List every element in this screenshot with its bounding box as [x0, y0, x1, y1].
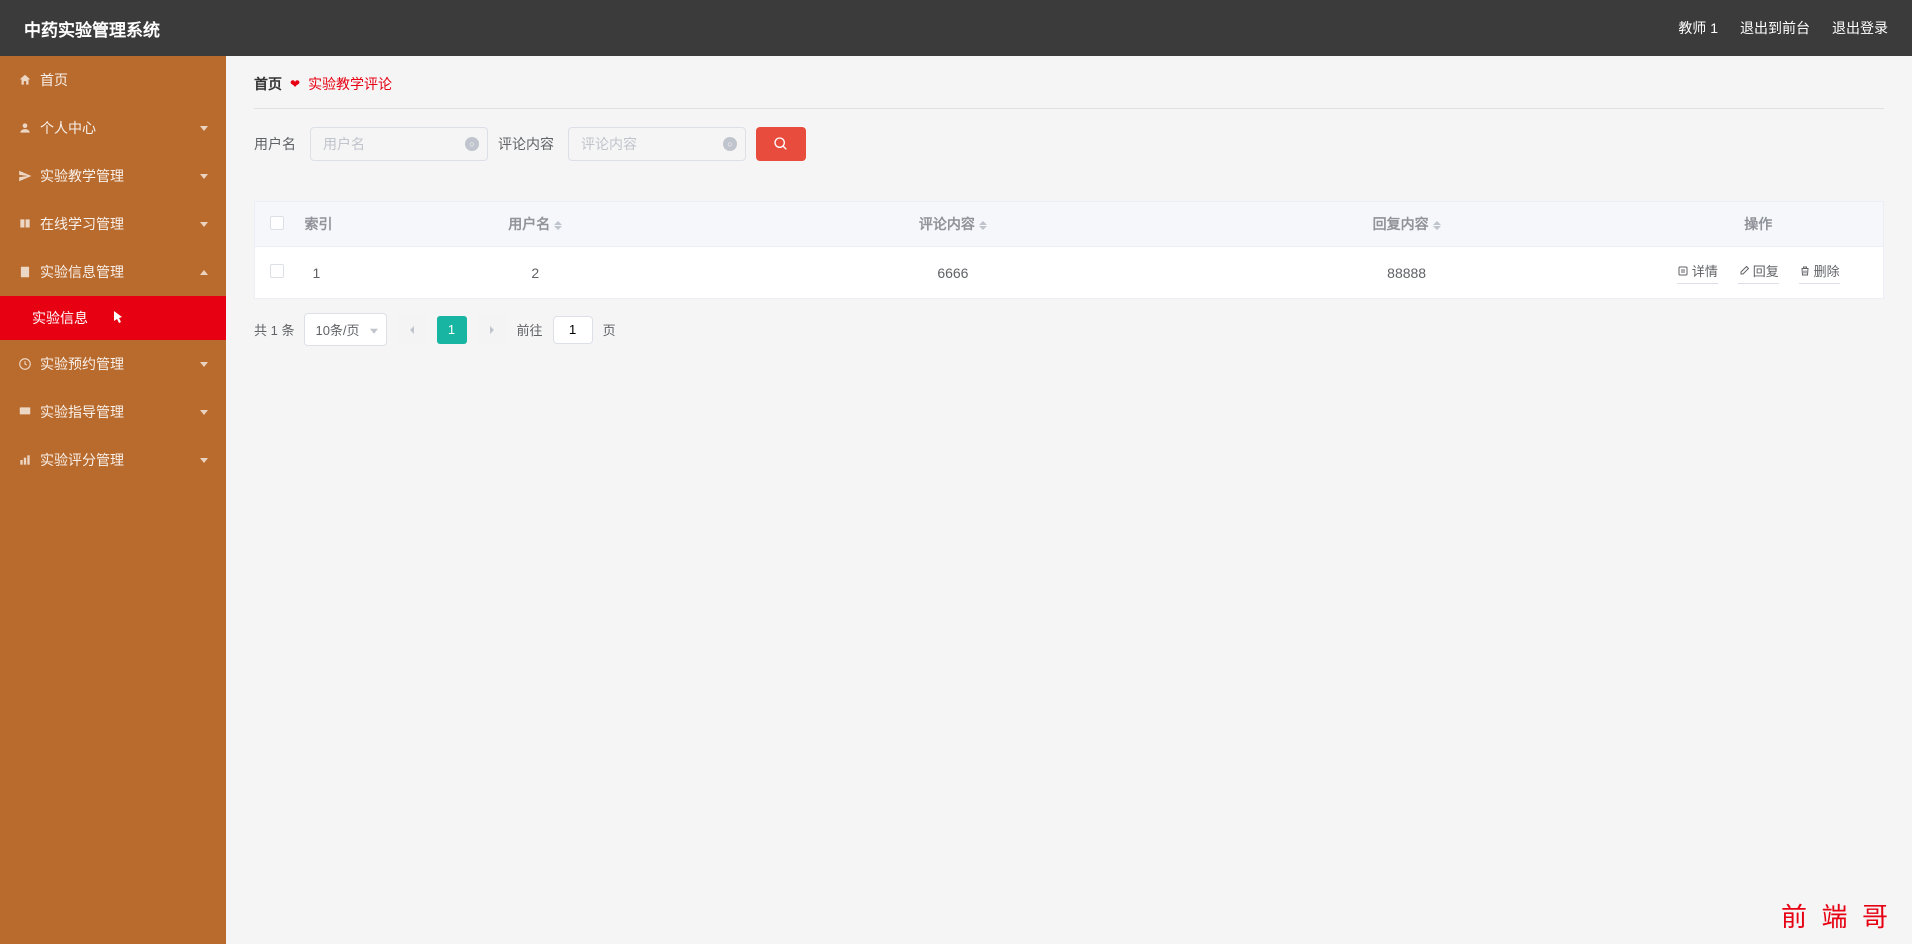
- search-icon: [773, 136, 789, 152]
- sidebar-item-teaching[interactable]: 实验教学管理: [0, 152, 226, 200]
- col-username[interactable]: 用户名: [508, 216, 550, 232]
- sidebar-item-home[interactable]: 首页: [0, 56, 226, 104]
- detail-button[interactable]: 详情: [1677, 261, 1718, 284]
- next-page-button[interactable]: [477, 316, 507, 344]
- sidebar-sublabel: 实验信息: [32, 308, 88, 328]
- username-label: 用户名: [254, 134, 296, 154]
- cell-username: 2: [345, 247, 727, 299]
- header-actions: 教师 1 退出到前台 退出登录: [1678, 18, 1888, 38]
- username-input[interactable]: [323, 136, 457, 152]
- logout-link[interactable]: 退出登录: [1832, 18, 1888, 38]
- sidebar-label: 在线学习管理: [40, 214, 124, 234]
- detail-icon: [1677, 265, 1689, 277]
- sidebar-item-guidance[interactable]: 实验指导管理: [0, 388, 226, 436]
- edit-icon: [1738, 265, 1750, 277]
- chevron-down-icon: [200, 458, 208, 463]
- sidebar-item-reservation[interactable]: 实验预约管理: [0, 340, 226, 388]
- chevron-up-icon: [200, 270, 208, 275]
- prev-page-button[interactable]: [397, 316, 427, 344]
- username-input-wrap: ○: [310, 127, 488, 161]
- sidebar-label: 个人中心: [40, 118, 96, 138]
- sidebar-label: 实验教学管理: [40, 166, 124, 186]
- chevron-down-icon: [200, 362, 208, 367]
- chevron-down-icon: [200, 222, 208, 227]
- book-icon: [18, 217, 32, 231]
- delete-icon: [1799, 265, 1811, 277]
- total-count: 共 1 条: [254, 320, 294, 339]
- delete-button[interactable]: 删除: [1799, 261, 1840, 284]
- file-icon: [18, 265, 32, 279]
- page-size-select[interactable]: 10条/页: [304, 313, 386, 346]
- col-reply[interactable]: 回复内容: [1373, 216, 1429, 232]
- breadcrumb: 首页 ❤ 实验教学评论: [254, 74, 1884, 109]
- comments-table: 索引 用户名 评论内容 回复内容 操作 1 2 6666 88888: [254, 201, 1884, 299]
- current-user[interactable]: 教师 1: [1678, 18, 1718, 38]
- pagination: 共 1 条 10条/页 1 前往 页: [254, 313, 1884, 346]
- goto-prefix: 前往: [517, 320, 543, 339]
- sidebar-item-learning[interactable]: 在线学习管理: [0, 200, 226, 248]
- watermark: 前 端 哥: [1781, 897, 1892, 934]
- user-icon: [18, 121, 32, 135]
- sidebar-label: 实验预约管理: [40, 354, 124, 374]
- chevron-left-icon: [407, 325, 417, 335]
- breadcrumb-home[interactable]: 首页: [254, 74, 282, 94]
- cell-index: 1: [299, 247, 345, 299]
- heart-icon: ❤: [290, 77, 300, 91]
- sidebar-item-profile[interactable]: 个人中心: [0, 104, 226, 152]
- send-icon: [18, 169, 32, 183]
- back-to-frontend-link[interactable]: 退出到前台: [1740, 18, 1810, 38]
- page-1-button[interactable]: 1: [437, 316, 467, 344]
- sort-icon[interactable]: [979, 221, 987, 230]
- goto-page-input[interactable]: [553, 316, 593, 344]
- reply-button[interactable]: 回复: [1738, 261, 1779, 284]
- sort-icon[interactable]: [554, 221, 562, 230]
- chevron-down-icon: [200, 410, 208, 415]
- select-all-checkbox[interactable]: [270, 216, 284, 230]
- sidebar-label: 实验评分管理: [40, 450, 124, 470]
- main-content: 首页 ❤ 实验教学评论 用户名 ○ 评论内容 ○ 索引: [226, 56, 1912, 944]
- goto-suffix: 页: [603, 320, 616, 339]
- monitor-icon: [18, 405, 32, 419]
- col-index: 索引: [305, 216, 333, 232]
- sidebar-item-scoring[interactable]: 实验评分管理: [0, 436, 226, 484]
- clear-icon[interactable]: ○: [723, 137, 737, 151]
- sidebar-label: 实验指导管理: [40, 402, 124, 422]
- sidebar-item-experiment-info[interactable]: 实验信息管理: [0, 248, 226, 296]
- cell-comment: 6666: [726, 247, 1180, 299]
- col-comment[interactable]: 评论内容: [919, 216, 975, 232]
- table-row: 1 2 6666 88888 详情 回复: [255, 247, 1884, 299]
- chart-icon: [18, 453, 32, 467]
- sidebar-label: 实验信息管理: [40, 262, 124, 282]
- chevron-right-icon: [487, 325, 497, 335]
- row-checkbox[interactable]: [270, 264, 284, 278]
- home-icon: [18, 73, 32, 87]
- app-header: 中药实验管理系统 教师 1 退出到前台 退出登录: [0, 0, 1912, 56]
- breadcrumb-current: 实验教学评论: [308, 74, 392, 94]
- content-input-wrap: ○: [568, 127, 746, 161]
- search-bar: 用户名 ○ 评论内容 ○: [254, 127, 1884, 161]
- sort-icon[interactable]: [1433, 221, 1441, 230]
- sidebar-label: 首页: [40, 70, 68, 90]
- sidebar: 首页 个人中心 实验教学管理: [0, 56, 226, 944]
- chevron-down-icon: [200, 126, 208, 131]
- cell-reply: 88888: [1180, 247, 1634, 299]
- content-label: 评论内容: [498, 134, 554, 154]
- sidebar-subitem-experiment-info[interactable]: 实验信息: [0, 296, 226, 340]
- cell-actions: 详情 回复 删除: [1634, 247, 1884, 299]
- clear-icon[interactable]: ○: [465, 137, 479, 151]
- app-title: 中药实验管理系统: [24, 16, 160, 41]
- cursor-icon: [112, 310, 124, 327]
- search-button[interactable]: [756, 127, 806, 161]
- chevron-down-icon: [200, 174, 208, 179]
- col-actions: 操作: [1744, 216, 1772, 232]
- clock-icon: [18, 357, 32, 371]
- content-input[interactable]: [581, 136, 715, 152]
- table-header-row: 索引 用户名 评论内容 回复内容 操作: [255, 202, 1884, 247]
